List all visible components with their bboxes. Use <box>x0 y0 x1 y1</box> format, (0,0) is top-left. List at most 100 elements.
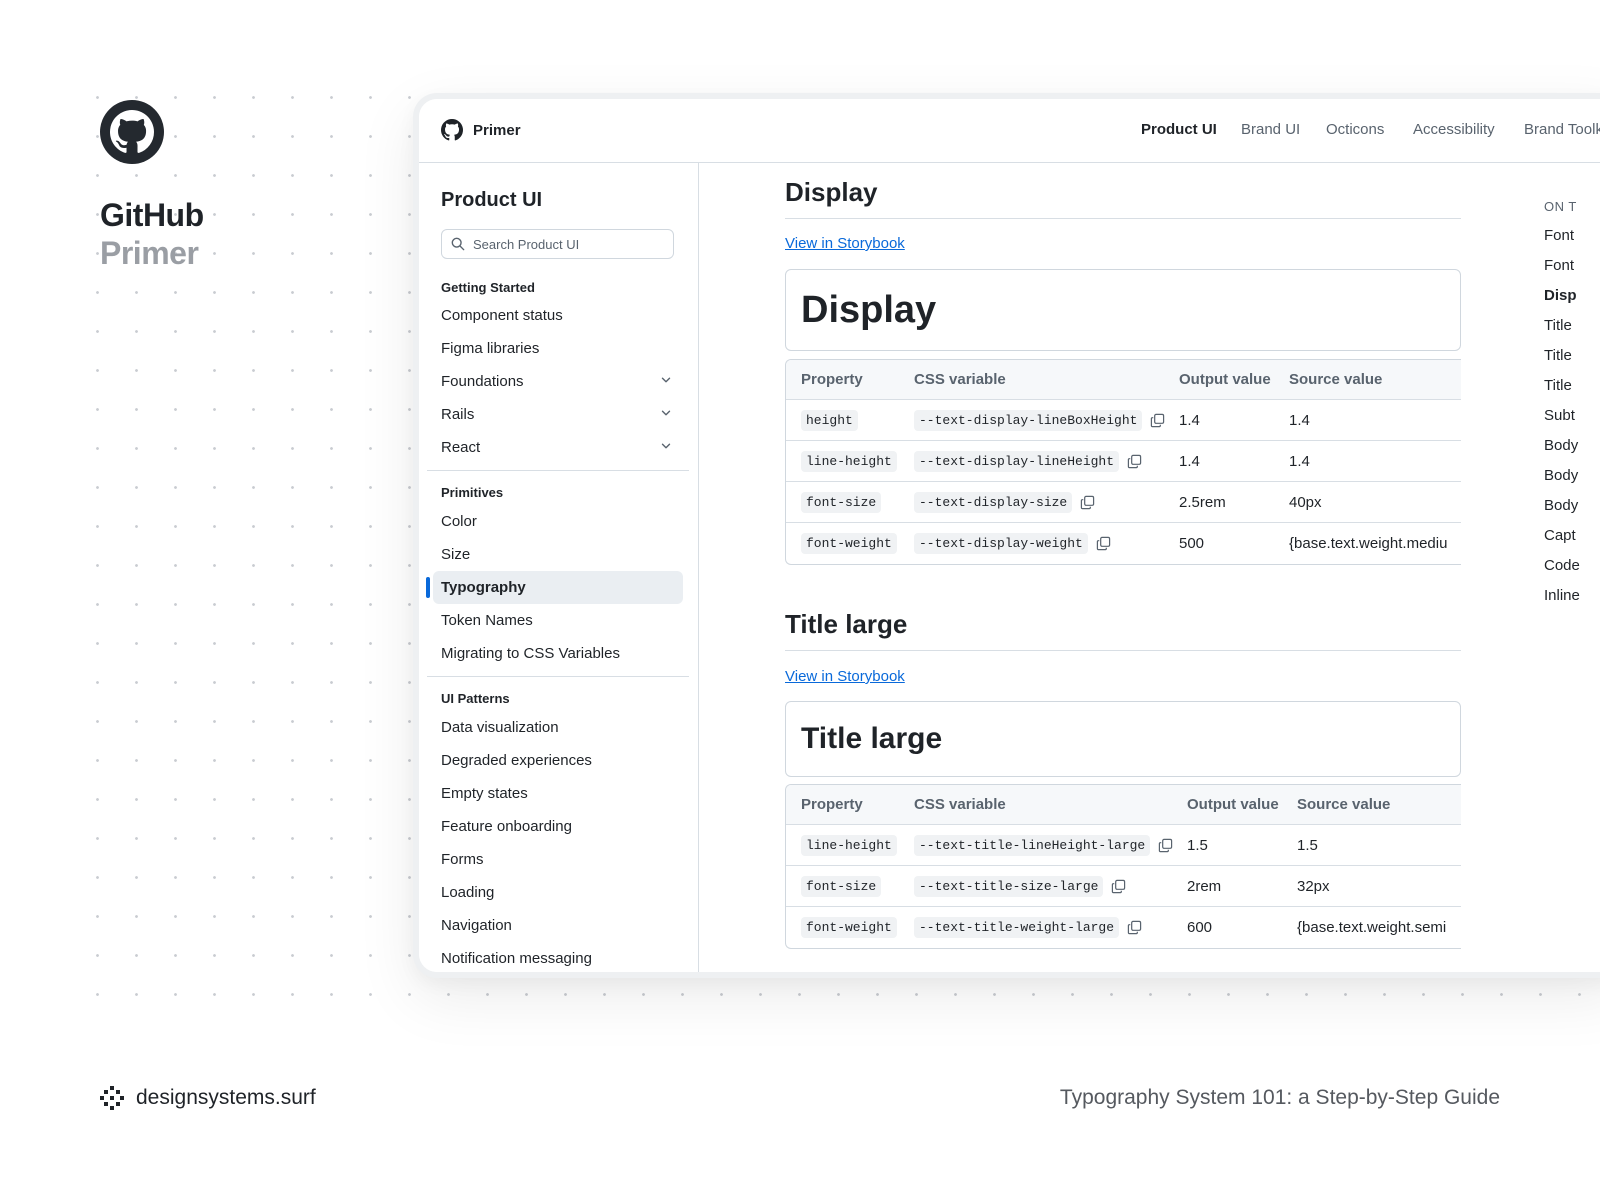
property-code: font-size <box>801 491 882 513</box>
topnav-brand-toolkit[interactable]: Brand Toolk <box>1524 121 1600 138</box>
sidebar-item-component-status[interactable]: Component status <box>433 299 683 332</box>
table-row: line-height --text-display-lineHeight 1.… <box>786 441 1461 482</box>
sidebar-item-label: Forms <box>441 851 484 868</box>
section-ui-patterns: UI Patterns <box>441 691 510 706</box>
toc-item[interactable]: Font <box>1544 257 1574 274</box>
sidebar-item-label: Data visualization <box>441 719 559 736</box>
copy-icon[interactable] <box>1127 454 1142 469</box>
column-header: Source value <box>1289 371 1383 388</box>
toc-item[interactable]: Subt <box>1544 407 1575 424</box>
toc-item-current[interactable]: Disp <box>1544 287 1577 304</box>
output-value: 1.5 <box>1187 836 1208 854</box>
copy-icon[interactable] <box>1158 838 1173 853</box>
property-code: font-weight <box>801 917 897 938</box>
sidebar-item-label: Degraded experiences <box>441 752 592 769</box>
source-value: 1.4 <box>1289 452 1310 470</box>
toc-item[interactable]: Body <box>1544 437 1578 454</box>
copy-icon[interactable] <box>1150 413 1165 428</box>
toc-item[interactable]: Body <box>1544 467 1578 484</box>
source-value: {base.text.weight.mediu <box>1289 535 1448 552</box>
sidebar-item-color[interactable]: Color <box>433 505 683 538</box>
css-variable-code: --text-display-lineBoxHeight <box>914 409 1143 431</box>
sidebar-item-loading[interactable]: Loading <box>433 876 683 909</box>
table-header: Property CSS variable Output value Sourc… <box>786 360 1461 400</box>
topnav-accessibility[interactable]: Accessibility <box>1413 121 1495 138</box>
toc-item[interactable]: Inline <box>1544 587 1580 604</box>
chevron-down-icon <box>659 373 673 391</box>
sidebar-item-label: Empty states <box>441 785 528 802</box>
search-input[interactable]: Search Product UI <box>441 229 674 259</box>
sidebar-item-size[interactable]: Size <box>433 538 683 571</box>
top-navigation-bar: Primer Product UI Brand UI Octicons Acce… <box>419 99 1600 163</box>
sidebar-item-label: Figma libraries <box>441 340 540 357</box>
topnav-brand-ui[interactable]: Brand UI <box>1241 121 1300 138</box>
sidebar-item-label: Foundations <box>441 373 524 390</box>
github-logo-icon <box>100 100 164 164</box>
topnav-octicons[interactable]: Octicons <box>1326 121 1384 138</box>
toc-item[interactable]: Capt <box>1544 527 1576 544</box>
css-variable-code: --text-title-lineHeight-large <box>914 834 1151 856</box>
toc-item[interactable]: Title <box>1544 317 1572 334</box>
toc-item[interactable]: Title <box>1544 377 1572 394</box>
css-variable-code: --text-display-weight <box>914 533 1088 554</box>
search-icon <box>451 237 465 251</box>
css-variable-code: --text-title-size-large <box>914 875 1104 897</box>
sidebar-item-navigation[interactable]: Navigation <box>433 909 683 942</box>
sidebar-item-figma-libraries[interactable]: Figma libraries <box>433 332 683 365</box>
browser-window: Primer Product UI Brand UI Octicons Acce… <box>413 93 1600 978</box>
sidebar-item-label: Feature onboarding <box>441 818 572 835</box>
table-row: font-size --text-title-size-large 2rem 3… <box>786 866 1461 907</box>
sidebar-item-label: Loading <box>441 884 495 901</box>
copy-icon[interactable] <box>1096 536 1111 551</box>
copy-icon[interactable] <box>1080 495 1095 510</box>
toc-item[interactable]: Code <box>1544 557 1580 574</box>
output-value: 1.4 <box>1179 452 1200 470</box>
output-value: 600 <box>1187 919 1213 936</box>
topnav-product-ui[interactable]: Product UI <box>1141 121 1217 138</box>
sidebar-item-migrating-css-variables[interactable]: Migrating to CSS Variables <box>433 637 683 670</box>
property-code: font-size <box>801 875 882 897</box>
copy-icon[interactable] <box>1111 879 1126 894</box>
source-value: {base.text.weight.semi <box>1297 919 1447 936</box>
sidebar-item-data-visualization[interactable]: Data visualization <box>433 711 683 744</box>
property-code: line-height <box>801 450 897 472</box>
sidebar-item-react[interactable]: React <box>433 431 683 464</box>
sidebar-item-notification-messaging[interactable]: Notification messaging <box>433 942 683 972</box>
sidebar-item-rails[interactable]: Rails <box>433 398 683 431</box>
sidebar-item-label: Size <box>441 546 471 563</box>
copy-icon[interactable] <box>1127 920 1142 935</box>
sidebar-item-token-names[interactable]: Token Names <box>433 604 683 637</box>
output-value: 500 <box>1179 535 1205 552</box>
source-value: 1.5 <box>1297 836 1318 854</box>
chevron-down-icon <box>659 406 673 424</box>
toc-item[interactable]: Font <box>1544 227 1574 244</box>
sidebar-item-empty-states[interactable]: Empty states <box>433 777 683 810</box>
column-header: Source value <box>1297 796 1391 813</box>
sidebar-divider <box>427 676 689 677</box>
sidebar-item-forms[interactable]: Forms <box>433 843 683 876</box>
sidebar-item-label: Token Names <box>441 612 533 629</box>
storybook-link[interactable]: View in Storybook <box>785 235 905 252</box>
toc-item[interactable]: Body <box>1544 497 1578 514</box>
sidebar: Product UI Search Product UI Getting Sta… <box>419 163 699 972</box>
section-getting-started: Getting Started <box>441 280 535 295</box>
source-value: 32px <box>1297 877 1330 895</box>
sidebar-title: Product UI <box>441 189 543 211</box>
toc-item[interactable]: Title <box>1544 347 1572 364</box>
column-header: Property <box>801 371 863 388</box>
sidebar-item-label: Component status <box>441 307 563 324</box>
sidebar-item-label: Notification messaging <box>441 950 592 967</box>
sidebar-item-foundations[interactable]: Foundations <box>433 365 683 398</box>
section-primitives: Primitives <box>441 485 504 500</box>
sidebar-item-degraded-experiences[interactable]: Degraded experiences <box>433 744 683 777</box>
sidebar-item-label: React <box>441 439 481 456</box>
section-heading-title-large: Title large <box>785 609 1461 651</box>
output-value: 2rem <box>1187 877 1222 895</box>
column-header: CSS variable <box>914 796 1006 813</box>
table-row: font-weight --text-title-weight-large 60… <box>786 907 1461 948</box>
sidebar-item-feature-onboarding[interactable]: Feature onboarding <box>433 810 683 843</box>
storybook-link[interactable]: View in Storybook <box>785 668 905 685</box>
source-value: 1.4 <box>1289 411 1310 429</box>
sidebar-item-typography[interactable]: Typography <box>426 571 683 604</box>
search-placeholder: Search Product UI <box>473 236 580 252</box>
